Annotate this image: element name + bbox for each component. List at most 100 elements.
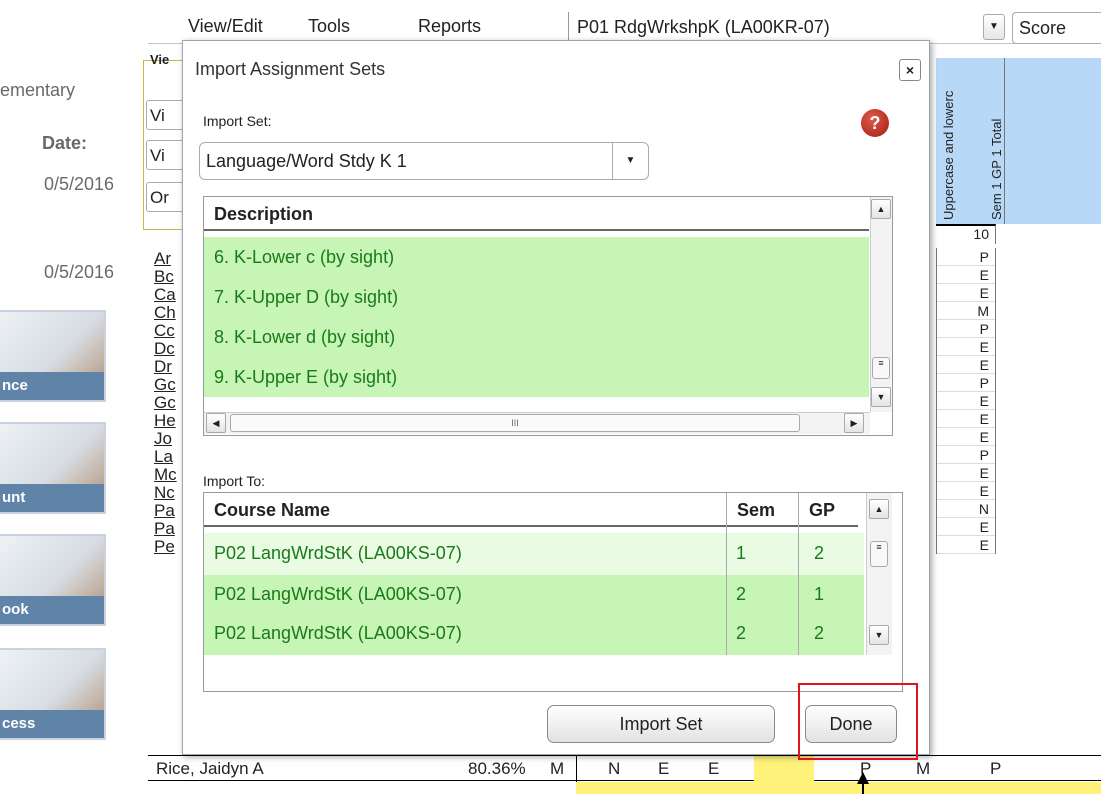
column-header-uppercase[interactable]: Uppercase and lowerc bbox=[941, 58, 956, 224]
grade-cell[interactable]: E bbox=[937, 518, 995, 536]
student-mark: M bbox=[550, 759, 565, 778]
tile-image bbox=[0, 650, 104, 716]
scroll-up-icon[interactable]: ▲ bbox=[869, 499, 889, 519]
scroll-left-icon[interactable]: ◀ bbox=[206, 413, 226, 433]
sidebar-tile-label: ook bbox=[0, 596, 104, 624]
table-row[interactable]: P02 LangWrdStK (LA00KS-07) 2 2 bbox=[204, 613, 864, 655]
sidebar-tile-3[interactable]: ook bbox=[0, 534, 106, 626]
sidebar-tile-1[interactable]: nce bbox=[0, 310, 106, 402]
import-set-select[interactable]: Language/Word Stdy K 1 ▼ bbox=[199, 142, 649, 180]
grade-cell[interactable]: E bbox=[937, 428, 995, 446]
course-name-cell: P02 LangWrdStK (LA00KS-07) bbox=[214, 584, 462, 604]
menu-bar: View/Edit Tools Reports P01 RdgWrkshpK (… bbox=[148, 0, 1101, 44]
grade-cell[interactable]: E bbox=[937, 464, 995, 482]
course-selector[interactable]: P01 RdgWrkshpK (LA00KR-07) bbox=[568, 12, 830, 42]
filter-button-2[interactable]: Vi bbox=[146, 140, 186, 170]
grade-cell[interactable]: E bbox=[937, 356, 995, 374]
grade-cell[interactable]: E bbox=[937, 482, 995, 500]
filter-button-3[interactable]: Or bbox=[146, 182, 186, 212]
import-set-value: Language/Word Stdy K 1 bbox=[206, 151, 407, 171]
sem-cell: 2 bbox=[736, 623, 747, 643]
sidebar-tile-4[interactable]: cess bbox=[0, 648, 106, 740]
filter-button-1[interactable]: Vi bbox=[146, 100, 186, 130]
scrollbar-thumb[interactable]: ≡ bbox=[870, 541, 888, 567]
scroll-up-icon[interactable]: ▲ bbox=[871, 199, 891, 219]
gp-cell: 2 bbox=[814, 623, 825, 643]
list-item[interactable]: 6. K-Lower c (by sight) bbox=[204, 237, 869, 277]
import-to-grid: Course Name Sem GP P02 LangWrdStK (LA00K… bbox=[203, 492, 903, 692]
close-icon[interactable]: × bbox=[899, 59, 921, 81]
scrollbar-thumb[interactable]: III bbox=[230, 414, 800, 432]
date-label: Date: bbox=[42, 133, 88, 153]
table-row[interactable]: P02 LangWrdStK (LA00KS-07) 2 1 bbox=[204, 575, 864, 613]
grade-cell[interactable]: E bbox=[937, 536, 995, 554]
grade-cell[interactable]: E bbox=[937, 266, 995, 284]
student-row[interactable]: Rice, Jaidyn A 80.36% M N E E P M P bbox=[148, 755, 1101, 782]
grade-cell[interactable]: P bbox=[937, 446, 995, 464]
tile-image bbox=[0, 312, 104, 378]
description-vertical-scrollbar[interactable]: ▲ ≡ ▼ bbox=[870, 197, 892, 412]
course-vertical-scrollbar[interactable]: ▲ ≡ ▼ bbox=[866, 493, 892, 655]
course-name-header[interactable]: Course Name bbox=[204, 493, 726, 527]
scroll-right-icon[interactable]: ▶ bbox=[844, 413, 864, 433]
scrollbar-thumb[interactable]: ≡ bbox=[872, 357, 890, 379]
highlight-strip bbox=[576, 782, 1101, 794]
student-name[interactable]: Rice, Jaidyn A bbox=[156, 756, 264, 782]
table-row[interactable]: P02 LangWrdStK (LA00KS-07) 1 2 bbox=[204, 533, 864, 575]
sidebar-tile-2[interactable]: unt bbox=[0, 422, 106, 514]
sem-cell: 2 bbox=[736, 584, 747, 604]
cursor-stem bbox=[862, 783, 864, 794]
menu-tools[interactable]: Tools bbox=[308, 16, 350, 37]
help-icon[interactable]: ? bbox=[861, 109, 889, 137]
column-max-points: 10 bbox=[936, 224, 996, 244]
grade-cell[interactable]: N bbox=[937, 500, 995, 518]
score-cell[interactable]: E bbox=[708, 756, 719, 782]
view-tab[interactable]: Vie bbox=[150, 52, 169, 67]
gp-cell: 2 bbox=[814, 543, 825, 563]
score-cell[interactable]: M bbox=[916, 756, 930, 782]
chevron-down-icon[interactable]: ▼ bbox=[612, 143, 648, 179]
description-header: Description bbox=[204, 197, 869, 231]
column-header-area bbox=[936, 58, 1101, 224]
student-percent: 80.36% bbox=[468, 759, 526, 778]
date-value-1: 0/5/2016 bbox=[44, 174, 115, 194]
score-cell[interactable]: P bbox=[990, 756, 1001, 782]
menu-view-edit[interactable]: View/Edit bbox=[188, 16, 263, 37]
sidebar-tile-label: unt bbox=[0, 484, 104, 512]
dialog-title: Import Assignment Sets bbox=[195, 59, 386, 79]
grade-cell[interactable]: P bbox=[937, 320, 995, 338]
grade-cell[interactable]: P bbox=[937, 248, 995, 266]
grade-cell[interactable]: E bbox=[937, 338, 995, 356]
score-cell[interactable]: E bbox=[658, 756, 669, 782]
date-value-2: 0/5/2016 bbox=[44, 262, 115, 282]
gp-header[interactable]: GP bbox=[798, 493, 858, 527]
sidebar-tile-label: nce bbox=[0, 372, 104, 400]
score-selector[interactable]: Score bbox=[1012, 12, 1101, 44]
score-cell[interactable]: N bbox=[608, 756, 620, 782]
grade-cell[interactable]: E bbox=[937, 284, 995, 302]
scroll-down-icon[interactable]: ▼ bbox=[869, 625, 889, 645]
description-horizontal-scrollbar[interactable]: ◀ III ▶ bbox=[204, 412, 870, 434]
import-set-button[interactable]: Import Set bbox=[547, 705, 775, 743]
sem-header[interactable]: Sem bbox=[726, 493, 798, 527]
sidebar: ementary Date: 0/5/2016 0/5/2016 nce unt… bbox=[0, 0, 140, 794]
menu-reports[interactable]: Reports bbox=[418, 16, 481, 37]
list-item[interactable]: 7. K-Upper D (by sight) bbox=[204, 277, 869, 317]
grade-cell[interactable]: E bbox=[937, 392, 995, 410]
grade-cell[interactable]: P bbox=[937, 374, 995, 392]
highlight-box bbox=[798, 683, 918, 760]
import-to-label: Import To: bbox=[203, 473, 265, 489]
course-dropdown-icon[interactable]: ▼ bbox=[983, 14, 1005, 40]
description-grid: Description 6. K-Lower c (by sight) 7. K… bbox=[203, 196, 893, 436]
column-header-sem1-total[interactable]: Sem 1 GP 1 Total bbox=[989, 58, 1005, 224]
grade-column: PEEMPEEPEEEPEENEE bbox=[936, 248, 996, 554]
list-item[interactable]: 8. K-Lower d (by sight) bbox=[204, 317, 869, 357]
tile-image bbox=[0, 424, 104, 490]
import-assignment-sets-dialog: Import Assignment Sets × ? Import Set: L… bbox=[182, 40, 930, 755]
scroll-down-icon[interactable]: ▼ bbox=[871, 387, 891, 407]
grade-cell[interactable]: M bbox=[937, 302, 995, 320]
import-set-label: Import Set: bbox=[203, 113, 272, 129]
school-name: ementary bbox=[0, 80, 76, 100]
list-item[interactable]: 9. K-Upper E (by sight) bbox=[204, 357, 869, 397]
grade-cell[interactable]: E bbox=[937, 410, 995, 428]
